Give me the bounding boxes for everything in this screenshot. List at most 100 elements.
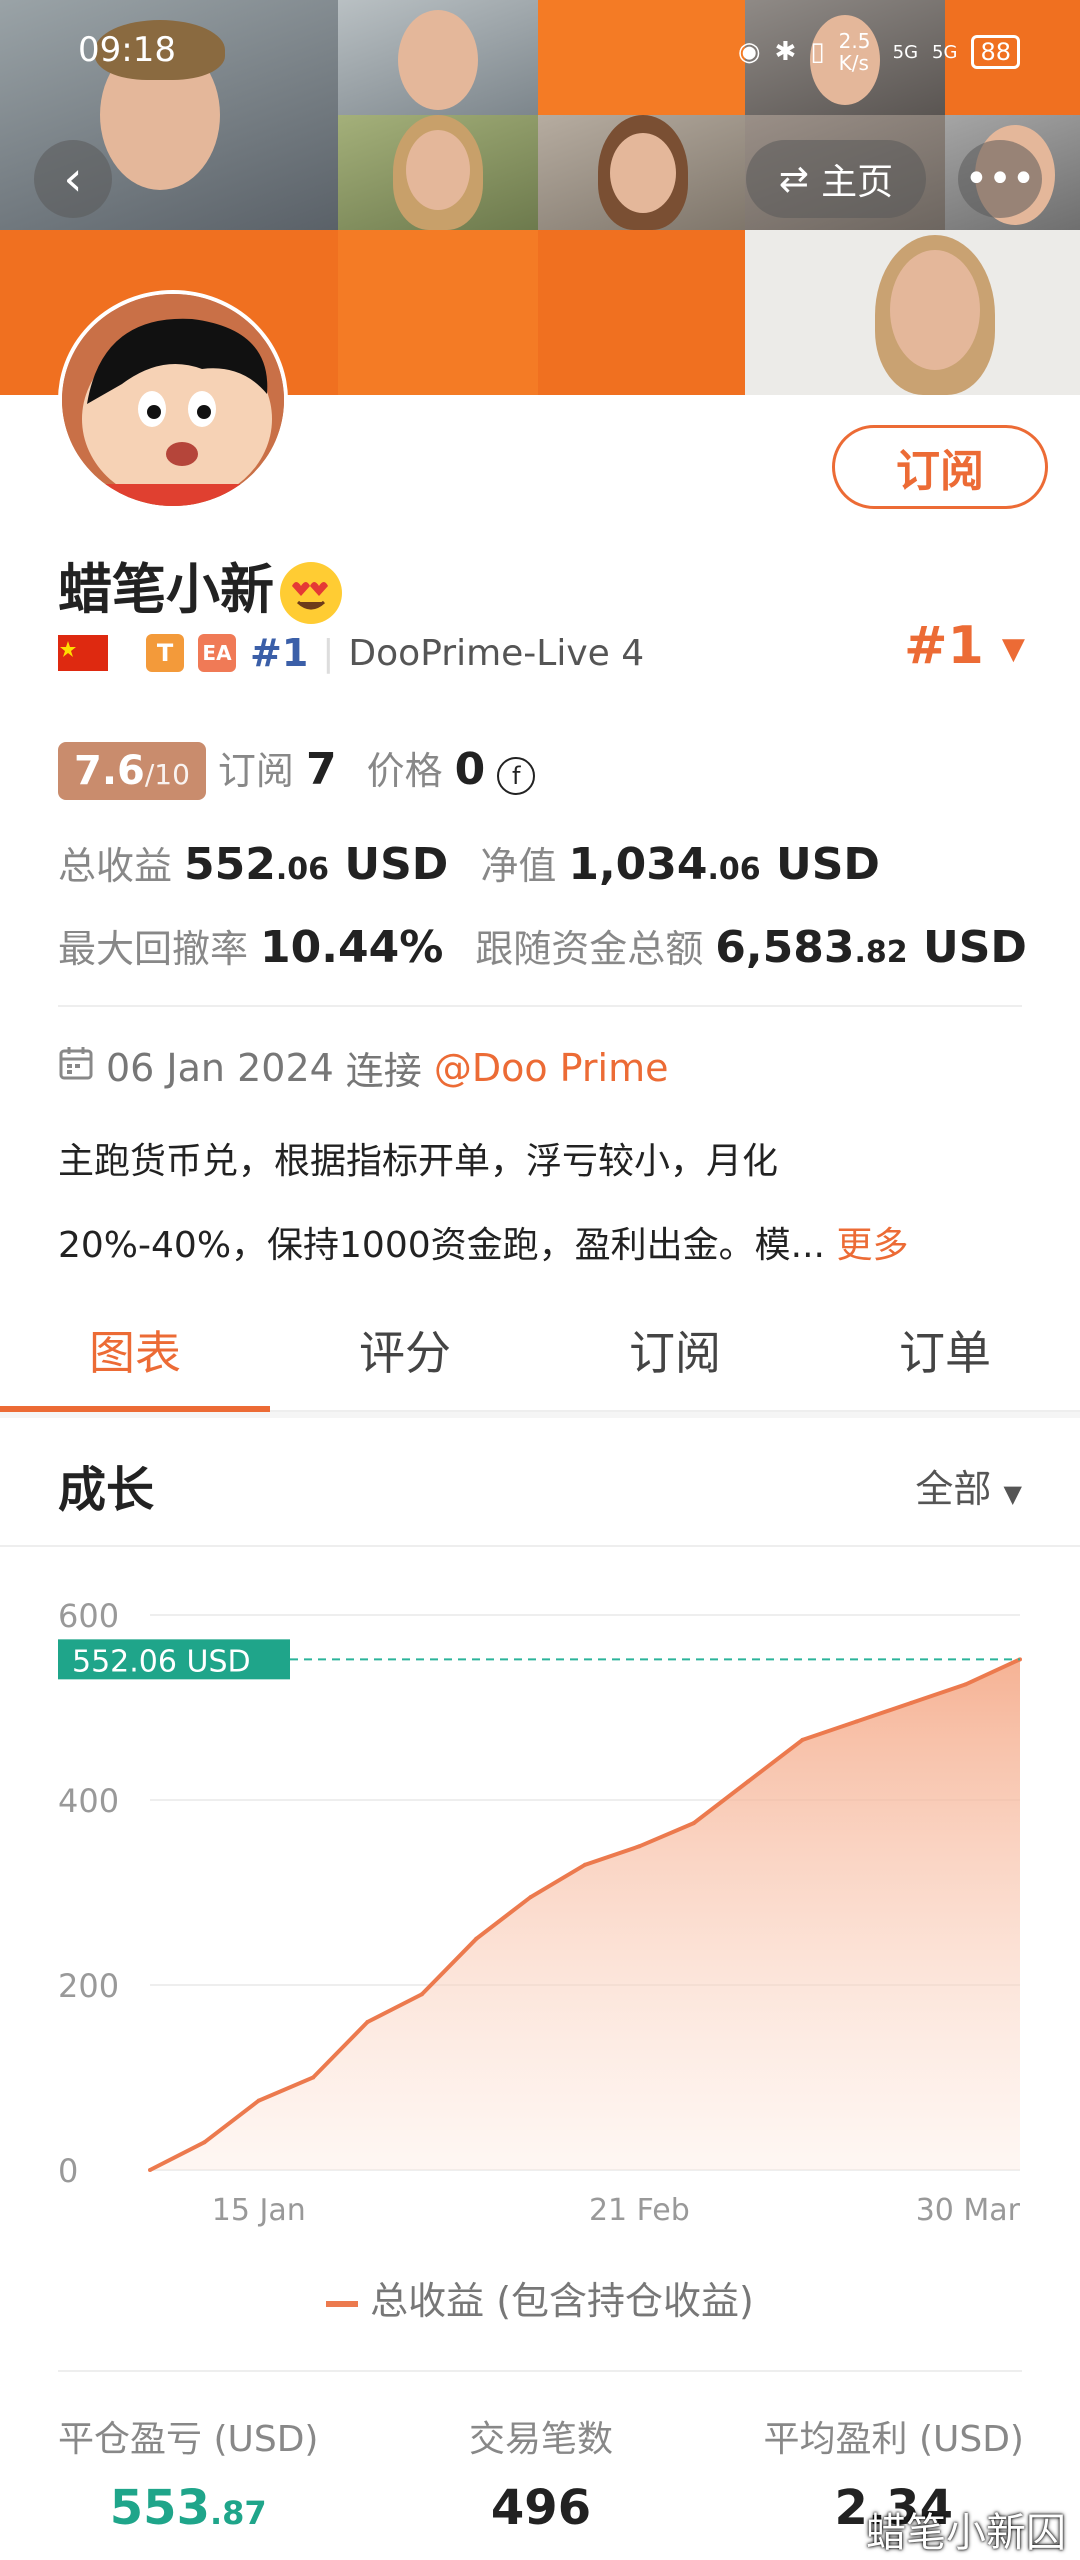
bluetooth-icon: ✱ xyxy=(774,37,797,67)
growth-filter-dropdown[interactable]: 全部 ▼ xyxy=(915,1458,1022,1513)
stat-label: 交易笔数 xyxy=(468,2419,613,2460)
tag-rank: #1 xyxy=(250,631,309,675)
strategy-description: 主跑货币兑，根据指标开单，浮亏较小，月化 20%-40%，保持1000资金跑，盈… xyxy=(58,1120,1018,1288)
net-speed: 2.5 K/s xyxy=(838,29,871,75)
server-name: DooPrime-Live 4 xyxy=(348,632,645,674)
stat-closed-pnl: 平仓盈亏 (USD) 553.87 xyxy=(58,2410,318,2536)
tab-orders[interactable]: 订单 xyxy=(810,1290,1080,1410)
follow-unit: USD xyxy=(922,922,1027,973)
banner-tile xyxy=(338,230,538,395)
banner-photo xyxy=(538,115,745,230)
data-point xyxy=(746,1779,751,1784)
tag-row: T EA #1 | DooPrime-Live 4 xyxy=(58,628,644,678)
tab-subscriptions[interactable]: 订阅 xyxy=(540,1290,810,1410)
tab-bar: 图表 评分 订阅 订单 xyxy=(0,1290,1080,1412)
stat-value-dec: .87 xyxy=(209,2494,267,2532)
data-point xyxy=(148,2168,152,2172)
china-flag-icon xyxy=(58,635,108,671)
data-point xyxy=(909,1700,914,1705)
eye-icon: ◉ xyxy=(737,37,761,67)
follow-int: 6,583 xyxy=(715,922,855,973)
equity-int: 1,034 xyxy=(568,839,708,890)
coin-icon: f xyxy=(497,757,536,795)
data-point xyxy=(256,2098,261,2103)
subscribe-button[interactable]: 订阅 xyxy=(832,425,1048,509)
stat-trade-count: 交易笔数 496 xyxy=(469,2410,613,2536)
heart-eyes-emoji-icon xyxy=(280,562,342,625)
rank-right-value: #1 xyxy=(904,616,984,676)
data-point xyxy=(365,2020,370,2024)
score-max: /10 xyxy=(144,758,190,791)
y-tick-label: 200 xyxy=(58,1967,119,2005)
rank-selector[interactable]: #1 ▼ xyxy=(904,616,1025,676)
legend-label: 总收益 (包含持仓收益) xyxy=(370,2279,754,2323)
subs-label: 订阅 xyxy=(217,749,294,793)
more-options-button[interactable]: ••• xyxy=(958,140,1042,218)
x-tick-label: 15 Jan xyxy=(212,2193,306,2228)
home-label: 主页 xyxy=(821,162,894,203)
score-badge: 7.6/10 xyxy=(58,742,206,800)
signal-icon: 5G xyxy=(892,41,919,63)
data-point xyxy=(854,1719,859,1724)
total-profit-int: 552 xyxy=(184,839,276,890)
banner-tile xyxy=(538,230,745,395)
growth-title: 成长 xyxy=(58,1462,155,1518)
stat-value-int: 553 xyxy=(109,2480,210,2536)
growth-chart: 0 200 400 600 552.06 USD 15 Jan 21 Feb 30 Mar xyxy=(0,1560,1080,2240)
tab-chart[interactable]: 图表 xyxy=(0,1290,270,1412)
tag-ea: EA xyxy=(198,634,236,672)
growth-chart-svg: 0 200 400 600 552.06 USD 15 Jan 21 Feb 30 Mar xyxy=(58,1597,1022,2228)
battery-icon: 88 xyxy=(971,35,1020,69)
data-point xyxy=(311,2075,316,2080)
total-profit-unit: USD xyxy=(344,839,449,890)
watermark: 蜡笔小新囚 xyxy=(866,2510,1066,2556)
status-icons: ◉ ✱ ▯ 2.5 K/s 5G 5G 88 xyxy=(738,30,1020,74)
tag-t: T xyxy=(146,634,184,672)
stat-value: 553.87 xyxy=(110,2480,267,2536)
divider xyxy=(0,1545,1080,1547)
drawdown-label: 最大回撤率 xyxy=(58,927,249,971)
broker-link[interactable]: @Doo Prime xyxy=(434,1046,669,1090)
stat-label: 平仓盈亏 (USD) xyxy=(58,2419,319,2460)
avatar[interactable] xyxy=(58,290,288,510)
total-profit-label: 总收益 xyxy=(58,844,173,888)
desc-line: 主跑货币兑，根据指标开单，浮亏较小，月化 xyxy=(58,1141,779,1182)
equity-unit: USD xyxy=(776,839,880,890)
score-value: 7.6 xyxy=(74,748,145,794)
last-value-label: 552.06 USD xyxy=(72,1644,251,1679)
chart-legend: 总收益 (包含持仓收益) xyxy=(0,2270,1080,2325)
desc-line: 20%-40%，保持1000资金跑，盈利出金。模... xyxy=(58,1225,825,1266)
connect-info: 06 Jan 2024 连接 @Doo Prime xyxy=(58,1040,668,1095)
y-tick-label: 0 xyxy=(58,2152,78,2190)
connect-date: 06 Jan 2024 xyxy=(106,1045,334,1090)
stat-label: 平均盈利 (USD) xyxy=(763,2419,1024,2460)
banner-photo xyxy=(338,0,538,115)
tab-rating[interactable]: 评分 xyxy=(270,1290,540,1410)
calendar-icon xyxy=(58,1045,94,1090)
status-time: 09:18 xyxy=(78,30,176,70)
profit-row: 总收益 552.06 USD 净值 1,034.06 USD xyxy=(58,835,880,890)
follow-label: 跟随资金总额 xyxy=(475,927,704,971)
data-point xyxy=(691,1821,696,1826)
more-link[interactable]: 更多 xyxy=(836,1225,908,1266)
data-point xyxy=(637,1844,642,1849)
home-button[interactable]: ⇄ 主页 xyxy=(746,140,926,218)
drawdown-row: 最大回撤率 10.44% 跟随资金总额 6,583.82 USD xyxy=(58,918,1027,973)
divider: | xyxy=(322,632,335,674)
chevron-left-icon: ‹ xyxy=(63,151,83,207)
y-tick-label: 400 xyxy=(58,1782,119,1820)
banner-tile xyxy=(538,0,745,115)
profile-name-text: 蜡笔小新 xyxy=(58,558,274,621)
caret-down-icon: ▼ xyxy=(1003,1480,1022,1508)
legend-swatch xyxy=(326,2300,359,2307)
x-tick-label: 30 Mar xyxy=(916,2193,1021,2228)
connect-label: 连接 xyxy=(345,1049,422,1093)
profile-name: 蜡笔小新 xyxy=(58,545,342,625)
divider xyxy=(58,1005,1022,1007)
drawdown-value: 10.44% xyxy=(260,922,444,973)
signal-icon: 5G xyxy=(932,41,958,63)
data-point xyxy=(583,1862,587,1867)
caret-down-icon: ▼ xyxy=(1001,631,1025,667)
data-point xyxy=(963,1682,968,1687)
back-button[interactable]: ‹ xyxy=(34,140,112,218)
